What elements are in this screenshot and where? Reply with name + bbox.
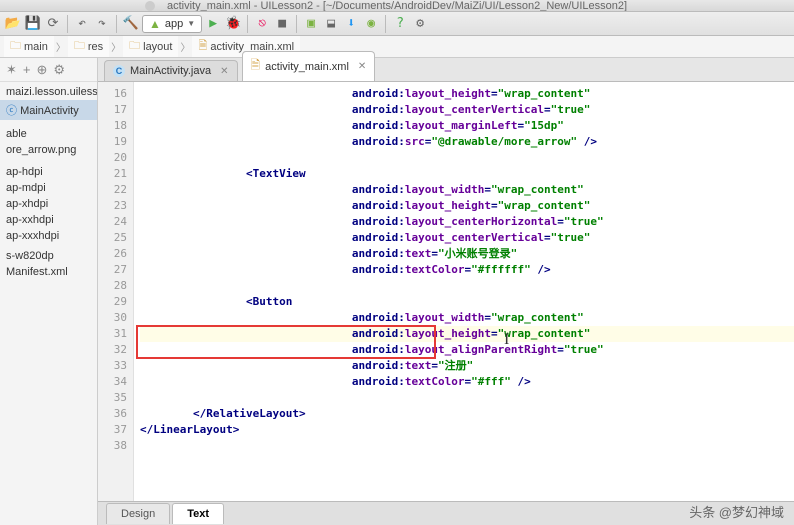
- tree-item[interactable]: ap-xxxhdpi: [0, 228, 97, 244]
- code-line[interactable]: android:layout_centerHorizontal="true": [140, 214, 794, 230]
- java-icon: C: [113, 65, 125, 77]
- gear-icon[interactable]: ⚙: [53, 62, 65, 78]
- tree-item[interactable]: able: [0, 126, 97, 142]
- code-line[interactable]: [140, 150, 794, 166]
- run-config-combo[interactable]: ▲ app ▼: [142, 15, 202, 33]
- code-line[interactable]: android:text="注册": [140, 358, 794, 374]
- dropdown-icon: ▼: [187, 19, 195, 28]
- help-icon[interactable]: ?: [391, 15, 409, 33]
- save-icon[interactable]: 💾: [24, 15, 42, 33]
- code-line[interactable]: android:layout_centerVertical="true": [140, 230, 794, 246]
- code-line[interactable]: </LinearLayout>: [140, 422, 794, 438]
- tab-text[interactable]: Text: [172, 503, 224, 524]
- chevron-right-icon: 〉: [111, 39, 121, 54]
- file-icon: 🗎: [198, 37, 207, 56]
- crumb[interactable]: 🗀main: [4, 36, 54, 57]
- gutter: 1617181920212223242526272829303132333435…: [98, 82, 134, 501]
- crumb[interactable]: 🗀layout: [123, 36, 178, 57]
- stop-icon[interactable]: ■: [273, 15, 291, 33]
- watermark: 头条 @梦幻神域: [689, 502, 784, 521]
- code-line[interactable]: android:layout_alignParentRight="true": [140, 342, 794, 358]
- code-line[interactable]: android:text="小米账号登录": [140, 246, 794, 262]
- code-line[interactable]: [140, 390, 794, 406]
- close-icon[interactable]: ✕: [358, 61, 366, 72]
- tree-item[interactable]: ap-xxhdpi: [0, 212, 97, 228]
- attach-icon[interactable]: ⎋: [253, 15, 271, 33]
- folder-icon: 🗀: [10, 37, 21, 56]
- android-icon-2[interactable]: ◉: [362, 15, 380, 33]
- target-icon[interactable]: ⊕: [37, 62, 48, 78]
- text-cursor-icon: I: [504, 332, 509, 348]
- collapse-icon[interactable]: ✶: [6, 62, 17, 78]
- code-line[interactable]: [140, 278, 794, 294]
- folder-icon: 🗀: [129, 37, 140, 56]
- add-icon[interactable]: +: [23, 62, 31, 77]
- run-icon[interactable]: ▶: [204, 15, 222, 33]
- android-icon: ▲: [149, 17, 161, 31]
- close-icon[interactable]: ✕: [220, 66, 228, 77]
- code-line[interactable]: </RelativeLayout>: [140, 406, 794, 422]
- main-toolbar: 📂 💾 ⟳ ↶ ↷ 🔨 ▲ app ▼ ▶ 🐞 ⎋ ■ ▣ ⬓ ⬇ ◉ ? ⚙: [0, 12, 794, 36]
- tree-item[interactable]: ⓒ MainActivity: [0, 100, 97, 120]
- code-line[interactable]: <Button: [140, 294, 794, 310]
- code-line[interactable]: android:layout_marginLeft="15dp": [140, 118, 794, 134]
- debug-icon[interactable]: 🐞: [224, 15, 242, 33]
- chevron-right-icon: 〉: [56, 39, 66, 54]
- project-toolbar: ✶ + ⊕ ⚙: [0, 58, 97, 82]
- sync-icon[interactable]: ⟳: [44, 15, 62, 33]
- project-panel: ✶ + ⊕ ⚙ maizi.lesson.uiless ⓒ MainActivi…: [0, 58, 98, 525]
- window-title-bar: activity_main.xml - UILesson2 - [~/Docum…: [0, 0, 794, 12]
- code-line[interactable]: android:layout_height="wrap_content": [140, 198, 794, 214]
- tree-item[interactable]: ore_arrow.png: [0, 142, 97, 158]
- traffic-light-icon[interactable]: [145, 1, 155, 11]
- undo-icon[interactable]: ↶: [73, 15, 91, 33]
- code-line[interactable]: android:layout_centerVertical="true": [140, 102, 794, 118]
- xml-icon: 🗎: [251, 56, 261, 77]
- tree-item[interactable]: s-w820dp: [0, 248, 97, 264]
- tree-item[interactable]: ap-hdpi: [0, 164, 97, 180]
- code-line[interactable]: android:layout_height="wrap_content": [140, 86, 794, 102]
- tree-item[interactable]: Manifest.xml: [0, 264, 97, 280]
- avd-icon[interactable]: ▣: [302, 15, 320, 33]
- editor-tabs: C MainActivity.java ✕ 🗎 activity_main.xm…: [98, 58, 794, 82]
- file-tab-mainactivity[interactable]: C MainActivity.java ✕: [104, 60, 238, 81]
- tree-item[interactable]: maizi.lesson.uiless: [0, 84, 97, 100]
- window-title: activity_main.xml - UILesson2 - [~/Docum…: [167, 0, 627, 12]
- class-icon: ⓒ: [6, 105, 20, 117]
- code-line[interactable]: android:textColor="#fff" />: [140, 374, 794, 390]
- code-line[interactable]: [140, 438, 794, 454]
- chevron-right-icon: 〉: [180, 39, 190, 54]
- crumb[interactable]: 🗀res: [68, 36, 109, 57]
- code-line[interactable]: android:layout_height="wrap_content": [140, 326, 794, 342]
- open-icon[interactable]: 📂: [4, 15, 22, 33]
- editor: C MainActivity.java ✕ 🗎 activity_main.xm…: [98, 58, 794, 525]
- tree-item[interactable]: ap-mdpi: [0, 180, 97, 196]
- code-line[interactable]: android:textColor="#ffffff" />: [140, 262, 794, 278]
- breadcrumb: 🗀main 〉 🗀res 〉 🗀layout 〉 🗎activity_main.…: [0, 36, 794, 58]
- sdk-icon[interactable]: ⬇: [342, 15, 360, 33]
- tab-design[interactable]: Design: [106, 503, 170, 524]
- project-tree[interactable]: maizi.lesson.uiless ⓒ MainActivity able …: [0, 82, 97, 282]
- tree-item[interactable]: ap-xhdpi: [0, 196, 97, 212]
- redo-icon[interactable]: ↷: [93, 15, 111, 33]
- code-line[interactable]: android:src="@drawable/more_arrow" />: [140, 134, 794, 150]
- layout-inspector-icon[interactable]: ⬓: [322, 15, 340, 33]
- settings-icon[interactable]: ⚙: [411, 15, 429, 33]
- file-tab-activitymain[interactable]: 🗎 activity_main.xml ✕: [242, 51, 376, 81]
- code-line[interactable]: android:layout_width="wrap_content": [140, 182, 794, 198]
- folder-icon: 🗀: [74, 37, 85, 56]
- code-area[interactable]: 1617181920212223242526272829303132333435…: [98, 82, 794, 501]
- code-lines[interactable]: I android:layout_height="wrap_content" a…: [134, 82, 794, 501]
- code-line[interactable]: <TextView: [140, 166, 794, 182]
- build-icon[interactable]: 🔨: [122, 15, 140, 33]
- run-config-label: app: [165, 18, 183, 30]
- code-line[interactable]: android:layout_width="wrap_content": [140, 310, 794, 326]
